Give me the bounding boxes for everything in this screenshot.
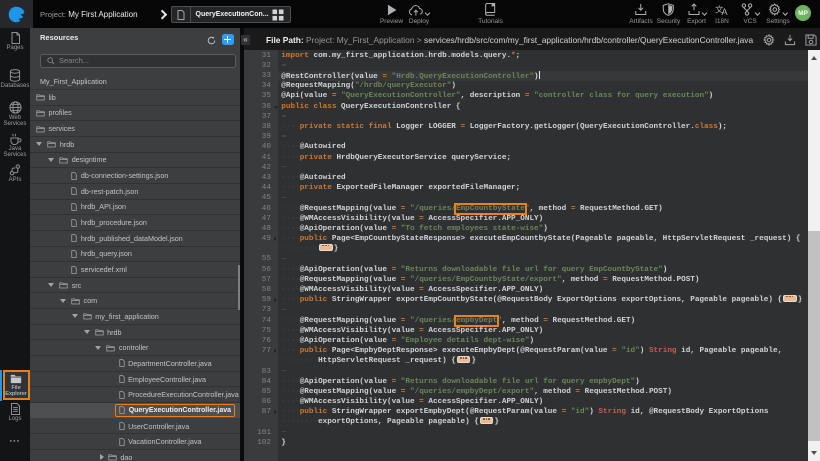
svg-text:A: A xyxy=(722,7,728,16)
